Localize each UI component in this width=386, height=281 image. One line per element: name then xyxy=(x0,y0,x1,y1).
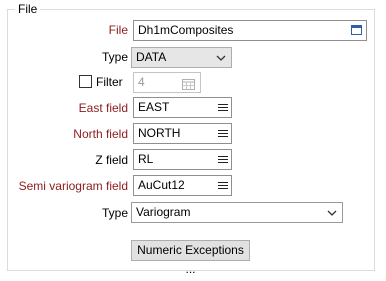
type-label: Type xyxy=(101,50,128,64)
z-field-label: Z field xyxy=(95,153,128,167)
variogram-type-select[interactable]: Variogram xyxy=(131,202,343,223)
variogram-type-value: Variogram xyxy=(136,205,191,219)
hamburger-icon[interactable] xyxy=(218,102,228,113)
filter-label: Filter xyxy=(96,75,123,89)
type-select[interactable]: DATA xyxy=(131,47,232,68)
z-field-input[interactable]: RL xyxy=(133,149,232,170)
north-field-label: North field xyxy=(73,127,128,141)
file-input-value: Dh1mComposites xyxy=(138,23,234,37)
semi-variogram-field-value: AuCut12 xyxy=(138,178,185,192)
filter-input-value: 4 xyxy=(138,75,145,89)
east-field-label: East field xyxy=(78,101,128,115)
z-field-value: RL xyxy=(138,152,154,166)
file-input[interactable]: Dh1mComposites xyxy=(133,20,367,41)
calendar-grid-icon xyxy=(182,77,195,90)
type-select-value: DATA xyxy=(136,50,167,64)
east-field-input[interactable]: EAST xyxy=(133,97,232,118)
filter-checkbox[interactable] xyxy=(79,75,92,88)
chevron-down-icon xyxy=(325,203,339,222)
file-label: File xyxy=(108,23,128,37)
hamburger-icon[interactable] xyxy=(218,128,228,139)
east-field-value: EAST xyxy=(138,100,170,114)
north-field-input[interactable]: NORTH xyxy=(133,123,232,144)
semi-variogram-field-input[interactable]: AuCut12 xyxy=(133,175,232,196)
hamburger-icon[interactable] xyxy=(218,154,228,165)
chevron-down-icon xyxy=(214,48,228,67)
hamburger-icon[interactable] xyxy=(218,180,228,191)
north-field-value: NORTH xyxy=(138,126,181,140)
variogram-type-label: Type xyxy=(101,206,128,220)
window-icon[interactable] xyxy=(351,25,362,35)
semi-variogram-field-label: Semi variogram field xyxy=(18,179,128,193)
filter-input: 4 xyxy=(133,72,201,93)
numeric-exceptions-button[interactable]: Numeric Exceptions ... xyxy=(131,240,250,276)
group-title: File xyxy=(15,2,41,16)
